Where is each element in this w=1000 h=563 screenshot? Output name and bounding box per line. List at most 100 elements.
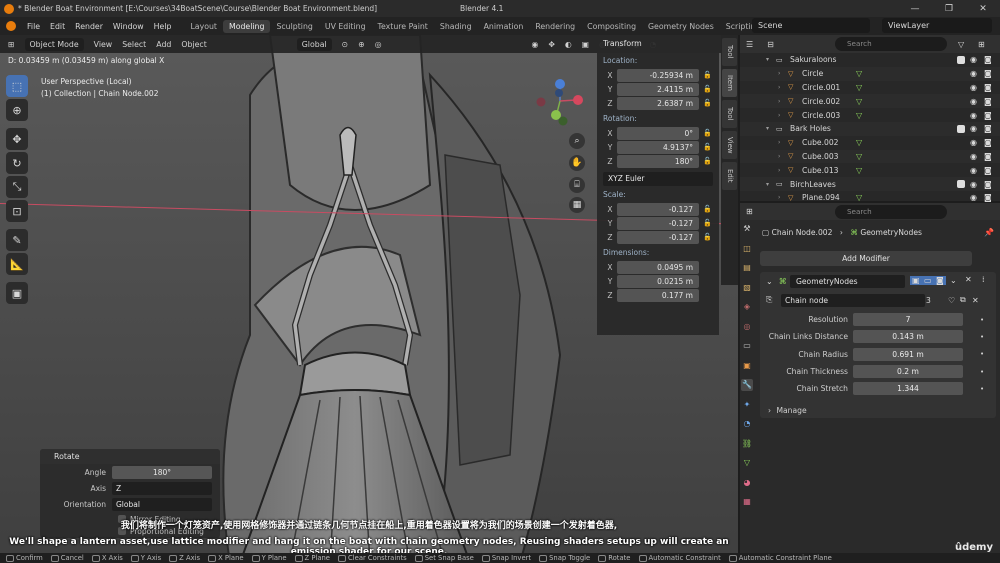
input-value-field[interactable]: 7	[853, 313, 963, 327]
lock-icon[interactable]: 🔓	[703, 99, 713, 107]
view-layer-selector[interactable]: ViewLayer	[882, 18, 992, 33]
outliner-search-input[interactable]: Search	[835, 37, 947, 51]
render-camera-icon[interactable]: ◙	[984, 180, 992, 189]
dimensions-y-field[interactable]: 0.0215 m	[617, 274, 699, 288]
pivot-icon[interactable]: ⊙	[342, 40, 349, 49]
drag-handle-icon[interactable]: ⁞	[982, 275, 985, 284]
expand-arrow-icon[interactable]: ›	[778, 98, 788, 105]
world-tab-icon[interactable]: ◎	[741, 321, 753, 333]
tab-modeling[interactable]: Modeling	[222, 19, 271, 33]
keyframe-dot-icon[interactable]: •	[980, 350, 984, 358]
menu-render[interactable]: Render	[70, 22, 108, 31]
mesh-data-icon[interactable]: ▽	[856, 193, 862, 202]
eye-icon[interactable]: ◉	[970, 55, 977, 64]
edit-mode-toggle-icon[interactable]: ▣	[910, 276, 922, 285]
physics-tab-icon[interactable]: ◔	[741, 418, 753, 430]
redo-panel-title[interactable]: Rotate	[40, 449, 220, 464]
mesh-data-icon[interactable]: ▽	[856, 69, 862, 78]
data-tab-icon[interactable]: ▽	[741, 457, 753, 469]
particles-tab-icon[interactable]: ✦	[741, 399, 753, 411]
visibility-icon[interactable]: ◉	[532, 40, 539, 49]
eye-icon[interactable]: ◉	[970, 193, 977, 202]
render-camera-icon[interactable]: ◙	[984, 138, 992, 147]
render-tab-icon[interactable]: ◫	[741, 243, 753, 255]
eye-icon[interactable]: ◉	[970, 152, 977, 161]
transform-panel-title[interactable]: Transform	[603, 39, 713, 48]
rotation-y-field[interactable]: 4.9137°	[617, 140, 699, 154]
texture-tab-icon[interactable]: ▦	[741, 496, 753, 508]
expand-arrow-icon[interactable]: ▾	[766, 56, 776, 63]
eye-icon[interactable]: ◉	[970, 83, 977, 92]
xray-icon[interactable]: ▣	[582, 40, 589, 49]
eye-icon[interactable]: ◉	[970, 69, 977, 78]
remove-modifier-icon[interactable]: ✕	[965, 275, 972, 284]
sidebar-tab-tool[interactable]: Tool	[722, 38, 737, 66]
material-tab-icon[interactable]: ◕	[741, 477, 753, 489]
tool-tab-icon[interactable]: ⚒	[741, 223, 753, 235]
annotate-tool-icon[interactable]: ✎	[6, 229, 28, 251]
camera-icon[interactable]: ⌸	[569, 177, 585, 193]
outliner-object-row[interactable]: › ▽ Circle ▽ ◉ ◙	[740, 66, 1000, 81]
scale-x-field[interactable]: -0.127	[617, 202, 699, 216]
location-x-field[interactable]: -0.25934 m	[617, 68, 699, 82]
scale-tool-icon[interactable]: ⤡	[6, 176, 28, 198]
expand-arrow-icon[interactable]: ›	[778, 70, 788, 77]
modifier-dropdown-icon[interactable]: ⌄	[950, 276, 957, 285]
transform-tool-icon[interactable]: ⊡	[6, 200, 28, 222]
rotation-x-field[interactable]: 0°	[617, 126, 699, 140]
render-camera-icon[interactable]: ◙	[984, 97, 992, 106]
new-collection-icon[interactable]: ⊞	[978, 40, 985, 49]
collapse-arrow-icon[interactable]: ⌄	[766, 277, 773, 286]
pin-icon[interactable]: 📌	[984, 228, 994, 237]
display-mode-icon[interactable]: ⊟	[767, 40, 774, 49]
modifier-tab-icon[interactable]: 🔧	[741, 379, 753, 391]
lock-icon[interactable]: 🔓	[703, 143, 713, 151]
location-z-field[interactable]: 2.6387 m	[617, 96, 699, 110]
measure-tool-icon[interactable]: 📐	[6, 253, 28, 275]
render-camera-icon[interactable]: ◙	[984, 152, 992, 161]
render-camera-icon[interactable]: ◙	[984, 166, 992, 175]
scene-selector[interactable]: Scene	[752, 18, 870, 33]
outliner-collection-row[interactable]: ▾ ▭ Sakuraloons ◉ ◙	[740, 53, 1000, 67]
sidebar-tab-tool-2[interactable]: Tool	[722, 100, 737, 128]
lock-icon[interactable]: 🔓	[703, 205, 713, 213]
render-camera-icon[interactable]: ◙	[984, 111, 992, 120]
expand-arrow-icon[interactable]: ›	[778, 139, 788, 146]
close-button[interactable]: ✕	[966, 4, 1000, 14]
mesh-data-icon[interactable]: ▽	[856, 152, 862, 161]
input-value-field[interactable]: 0.2 m	[853, 365, 963, 379]
keyframe-dot-icon[interactable]: •	[980, 333, 984, 341]
tab-layout[interactable]: Layout	[184, 20, 223, 33]
lock-icon[interactable]: 🔓	[703, 129, 713, 137]
eye-icon[interactable]: ◉	[970, 97, 977, 106]
rotate-tool-icon[interactable]: ↻	[6, 152, 28, 174]
menu-help[interactable]: Help	[149, 22, 177, 31]
outliner-object-row[interactable]: › ▽ Circle.001 ▽ ◉ ◙	[740, 81, 1000, 95]
add-modifier-button[interactable]: Add Modifier	[760, 251, 972, 266]
sidebar-tab-edit[interactable]: Edit	[722, 162, 737, 190]
expand-arrow-icon[interactable]: ›	[778, 112, 788, 119]
input-value-field[interactable]: 1.344	[853, 382, 963, 396]
render-toggle-icon[interactable]: ◙	[934, 276, 946, 285]
orientation-field[interactable]: Global	[112, 498, 212, 511]
tab-animation[interactable]: Animation	[478, 20, 530, 33]
ortho-grid-icon[interactable]: ▦	[569, 197, 585, 213]
blender-menu-icon[interactable]	[6, 21, 16, 31]
keyframe-dot-icon[interactable]: •	[980, 385, 984, 393]
tab-texture-paint[interactable]: Texture Paint	[372, 20, 434, 33]
orientation-dropdown[interactable]: Global	[296, 37, 332, 51]
view-layer-tab-icon[interactable]: ▧	[741, 282, 753, 294]
lock-icon[interactable]: 🔓	[703, 219, 713, 227]
tab-rendering[interactable]: Rendering	[529, 20, 581, 33]
outliner-object-row[interactable]: › ▽ Cube.013 ▽ ◉ ◙	[740, 163, 1000, 177]
minimize-button[interactable]: —	[898, 4, 932, 14]
maximize-button[interactable]: ❐	[932, 4, 966, 14]
mesh-data-icon[interactable]: ▽	[856, 138, 862, 147]
lock-icon[interactable]: 🔓	[703, 157, 713, 165]
sidebar-tab-item[interactable]: Item	[722, 69, 737, 97]
duplicate-icon[interactable]: ⧉	[960, 295, 966, 305]
collection-tab-icon[interactable]: ▭	[741, 340, 753, 352]
cursor-tool-icon[interactable]: ⊕	[6, 99, 28, 121]
unlink-icon[interactable]: ✕	[972, 296, 979, 305]
snap-icon[interactable]: ⊕	[358, 40, 365, 49]
